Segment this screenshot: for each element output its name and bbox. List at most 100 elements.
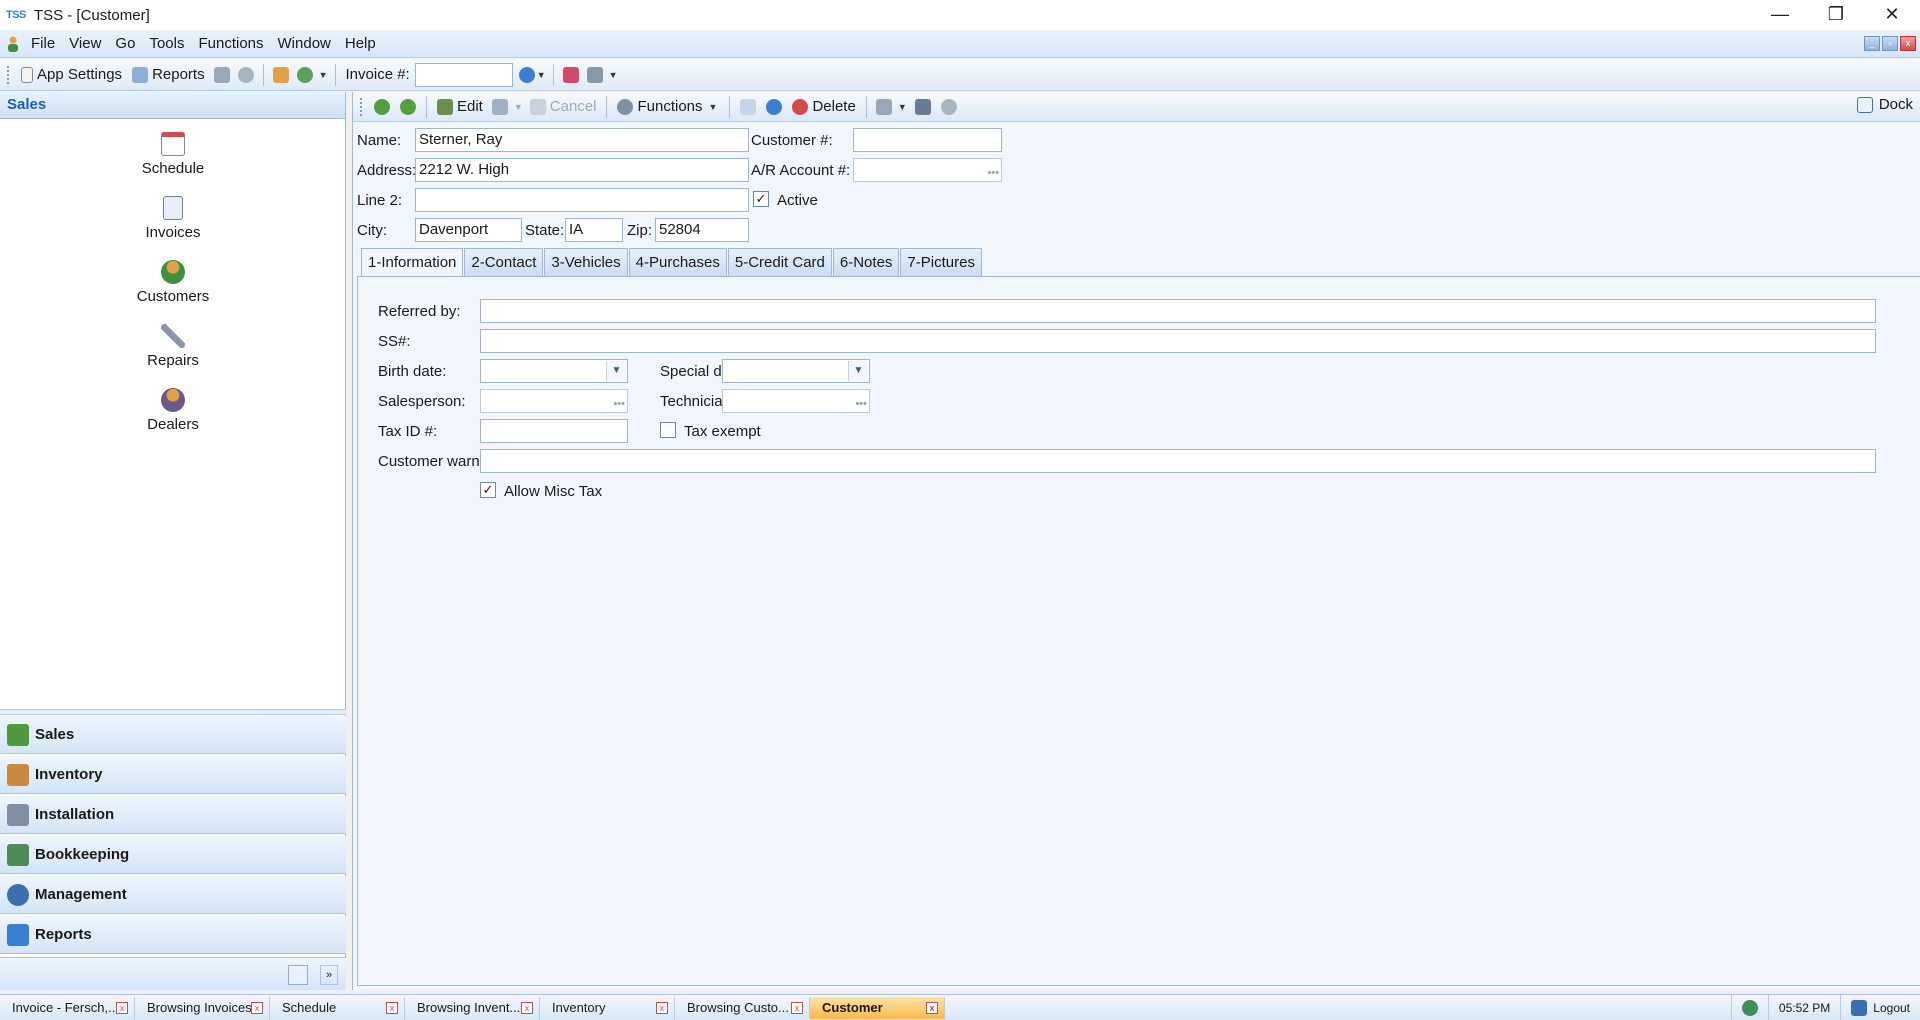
mdi-close-button[interactable]: x (1900, 36, 1916, 51)
state-input[interactable]: IA (565, 218, 623, 242)
functions-button[interactable]: Functions ▼ (612, 98, 724, 115)
chevron-down-icon[interactable]: ▼ (606, 361, 626, 381)
active-checkbox[interactable]: ✓ (753, 191, 769, 207)
nav-button-management[interactable]: Management (0, 876, 346, 914)
tab-pictures[interactable]: 7-Pictures (900, 248, 982, 276)
close-icon[interactable]: x (251, 1001, 263, 1014)
ellipsis-button-icon[interactable]: ••• (855, 393, 867, 415)
nav-button-reports[interactable]: Reports (0, 916, 346, 954)
chevron-down-icon[interactable]: ▼ (896, 102, 909, 112)
mdi-minimize-button[interactable]: _ (1864, 36, 1880, 51)
menu-file[interactable]: File (24, 35, 62, 52)
close-icon[interactable]: x (656, 1001, 668, 1014)
tab-vehicles[interactable]: 3-Vehicles (544, 248, 628, 276)
salesperson-input[interactable]: ••• (480, 389, 628, 413)
app-settings-button[interactable]: App Settings (16, 66, 127, 83)
help-icon[interactable] (940, 98, 957, 115)
overflow-chevron-icon[interactable]: » (320, 965, 338, 985)
task-browsing-customers[interactable]: Browsing Custo... x (675, 996, 810, 1019)
chevron-down-icon[interactable]: ▼ (512, 102, 525, 112)
nav-pane-splitter[interactable] (0, 709, 346, 715)
ellipsis-button-icon[interactable]: ••• (987, 162, 999, 184)
flag-icon[interactable] (562, 66, 579, 83)
hand-icon[interactable] (272, 66, 289, 83)
close-icon[interactable]: x (386, 1001, 398, 1014)
mdi-restore-button[interactable]: ▫ (1882, 36, 1898, 51)
city-input[interactable]: Davenport (415, 218, 522, 242)
task-schedule[interactable]: Schedule x (270, 996, 405, 1019)
name-input[interactable]: Sterner, Ray (415, 128, 749, 152)
chevron-down-icon[interactable]: ▼ (535, 70, 548, 80)
address-input[interactable]: 2212 W. High (415, 158, 749, 182)
menu-go[interactable]: Go (108, 35, 142, 52)
menu-tools[interactable]: Tools (142, 35, 191, 52)
close-icon[interactable]: x (791, 1001, 803, 1014)
invoice-number-input[interactable] (414, 62, 513, 87)
edit-button[interactable]: Edit (432, 98, 488, 115)
close-icon[interactable]: x (521, 1001, 533, 1014)
launch-item-repairs[interactable]: Repairs (0, 324, 346, 369)
launch-item-invoices[interactable]: Invoices (0, 196, 346, 241)
task-customer[interactable]: Customer x (810, 996, 945, 1019)
toolbar-grip[interactable] (359, 96, 363, 117)
forward-arrow-icon[interactable] (400, 98, 416, 115)
line2-input[interactable] (415, 188, 749, 212)
task-browsing-inventory[interactable]: Browsing Invent... x (405, 996, 540, 1019)
close-icon[interactable]: x (116, 1001, 128, 1014)
tab-credit-card[interactable]: 5-Credit Card (727, 248, 832, 276)
globe-icon[interactable] (296, 66, 313, 83)
cancel-button[interactable]: Cancel (525, 98, 602, 115)
binoculars-icon[interactable] (914, 98, 931, 115)
tab-notes[interactable]: 6-Notes (832, 248, 900, 276)
menu-functions[interactable]: Functions (191, 35, 270, 52)
go-arrow-icon[interactable] (518, 66, 535, 83)
logout-button[interactable]: Logout (1840, 995, 1920, 1020)
nav-button-bookkeeping[interactable]: Bookkeeping (0, 836, 346, 874)
tax-id-input[interactable] (480, 419, 628, 443)
launch-item-schedule[interactable]: Schedule (0, 132, 346, 177)
minimize-button[interactable]: — (1752, 0, 1808, 30)
tax-exempt-checkbox[interactable] (660, 422, 676, 438)
back-arrow-icon[interactable] (374, 98, 390, 115)
reports-button[interactable]: Reports (127, 66, 210, 83)
binoculars-icon[interactable] (213, 66, 230, 83)
close-icon[interactable]: x (926, 1001, 938, 1014)
technician-input[interactable]: ••• (722, 389, 870, 413)
chevron-down-icon[interactable]: ▼ (607, 70, 620, 80)
car-icon[interactable] (586, 66, 603, 83)
menu-help[interactable]: Help (338, 35, 383, 52)
tab-contact[interactable]: 2-Contact (464, 248, 544, 276)
nav-button-installation[interactable]: Installation (0, 796, 346, 834)
customer-number-input[interactable] (853, 128, 1002, 152)
customer-warning-input[interactable] (480, 449, 1876, 473)
birth-date-picker[interactable]: ▼ (480, 359, 628, 383)
restore-button[interactable]: ❐ (1808, 0, 1864, 30)
task-invoice[interactable]: Invoice - Fersch,... x (0, 996, 135, 1019)
chevron-down-icon[interactable]: ▼ (317, 70, 330, 80)
nav-button-inventory[interactable]: Inventory (0, 756, 346, 794)
launch-item-dealers[interactable]: Dealers (0, 388, 346, 433)
menu-window[interactable]: Window (271, 35, 338, 52)
ellipsis-button-icon[interactable]: ••• (613, 393, 625, 415)
toolbar-grip[interactable] (6, 64, 10, 85)
task-inventory[interactable]: Inventory x (540, 996, 675, 1019)
zip-input[interactable]: 52804 (655, 218, 749, 242)
special-date-picker[interactable]: ▼ (722, 359, 870, 383)
tab-purchases[interactable]: 4-Purchases (628, 248, 727, 276)
ar-account-input[interactable]: ••• (853, 158, 1002, 182)
refresh-icon[interactable] (766, 98, 783, 115)
task-browsing-invoices[interactable]: Browsing Invoices x (135, 996, 270, 1019)
ss-input[interactable] (480, 329, 1876, 353)
new-record-icon[interactable] (740, 98, 757, 115)
chevron-down-icon[interactable]: ▼ (848, 361, 868, 381)
gear-icon[interactable] (237, 66, 254, 83)
nav-button-sales[interactable]: Sales (0, 716, 346, 754)
referred-by-input[interactable] (480, 299, 1876, 323)
tab-information[interactable]: 1-Information (361, 248, 464, 278)
save-icon[interactable] (491, 98, 508, 115)
dock-button[interactable]: Dock (1856, 96, 1913, 113)
launch-item-customers[interactable]: Customers (0, 260, 346, 305)
configure-buttons-icon[interactable] (288, 965, 308, 985)
close-button[interactable]: ✕ (1864, 0, 1920, 30)
delete-button[interactable]: Delete (787, 98, 860, 115)
